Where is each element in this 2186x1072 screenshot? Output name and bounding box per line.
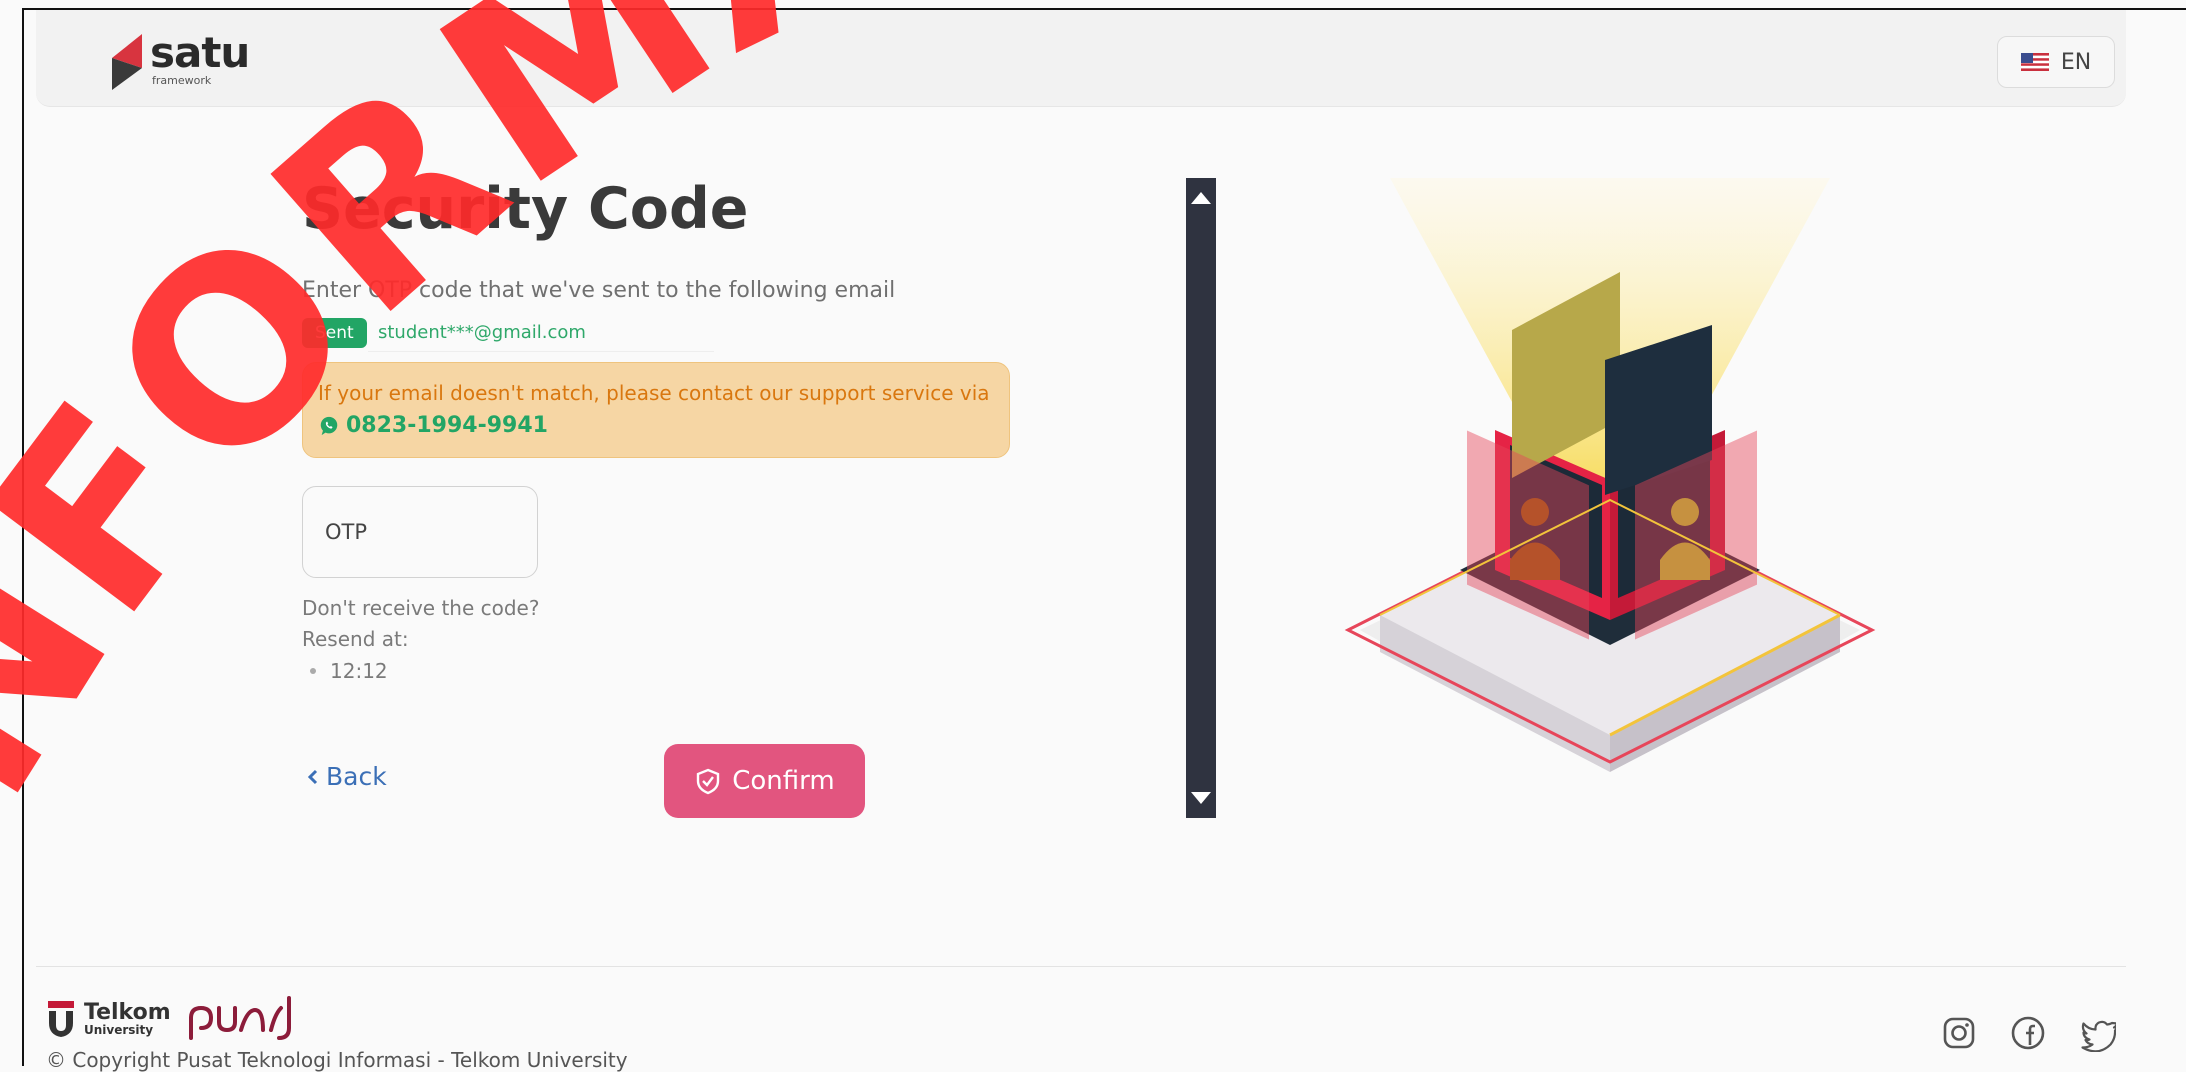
vertical-scrollbar[interactable] [1186, 178, 1216, 818]
logo-subtext: framework [152, 74, 212, 87]
scroll-up-arrow-icon[interactable] [1191, 192, 1211, 204]
shield-check-icon [697, 768, 720, 795]
support-alert: If your email doesn't match, please cont… [302, 362, 1010, 458]
logo-wordmark: satu [150, 28, 250, 77]
support-phone-link[interactable]: 0823-1994-9941 [318, 413, 548, 438]
whatsapp-icon [320, 416, 338, 435]
facebook-icon[interactable] [2009, 1014, 2047, 1052]
otp-instructions: Enter OTP code that we've sent to the fo… [302, 278, 896, 303]
back-link[interactable]: Back [306, 762, 387, 791]
page-title: Security Code [302, 176, 749, 242]
telkom-university-icon [48, 1001, 74, 1037]
footer-divider [36, 966, 2126, 967]
copyright-text: © Copyright Pusat Teknologi Informasi - … [46, 1048, 628, 1072]
watermark-text: INFORMASI PU [0, 0, 1196, 928]
window-frame-left [22, 8, 24, 1066]
university-sub: University [84, 1023, 154, 1037]
us-flag-icon [2020, 53, 2049, 71]
resend-timer-item: 12:12 [310, 659, 388, 683]
support-phone-number: 0823-1994-9941 [346, 413, 548, 438]
back-label: Back [326, 762, 387, 791]
resend-at-label: Resend at: [302, 627, 409, 651]
confirm-button[interactable]: Confirm [664, 744, 865, 818]
language-label: EN [2060, 49, 2092, 75]
top-navbar: satu framework EN [36, 10, 2126, 107]
telkom-university-logo: Telkom University [46, 994, 305, 1044]
instagram-icon[interactable] [1940, 1014, 1978, 1052]
sent-status-badge: Sent [302, 318, 367, 348]
bullet-icon [310, 668, 316, 674]
confirm-label: Confirm [732, 766, 835, 796]
chevron-left-icon [307, 769, 318, 784]
security-illustration [1344, 178, 1876, 772]
university-name: Telkom [84, 1000, 171, 1025]
alert-message: If your email doesn't match, please cont… [318, 381, 990, 405]
language-switcher-button[interactable]: EN [1997, 36, 2115, 88]
satu-logo[interactable]: satu framework [108, 28, 250, 92]
masked-email-display: student***@gmail.com [368, 314, 714, 352]
satu-logo-icon [112, 34, 142, 90]
resend-question: Don't receive the code? [302, 596, 540, 620]
twitter-icon[interactable] [2078, 1014, 2116, 1052]
scroll-down-arrow-icon[interactable] [1191, 792, 1211, 804]
svg-text:INFORMASI PU: INFORMASI PU [0, 0, 1202, 928]
puti-logo-icon [188, 996, 291, 1040]
otp-input[interactable] [302, 486, 538, 578]
resend-timer: 12:12 [330, 659, 388, 683]
